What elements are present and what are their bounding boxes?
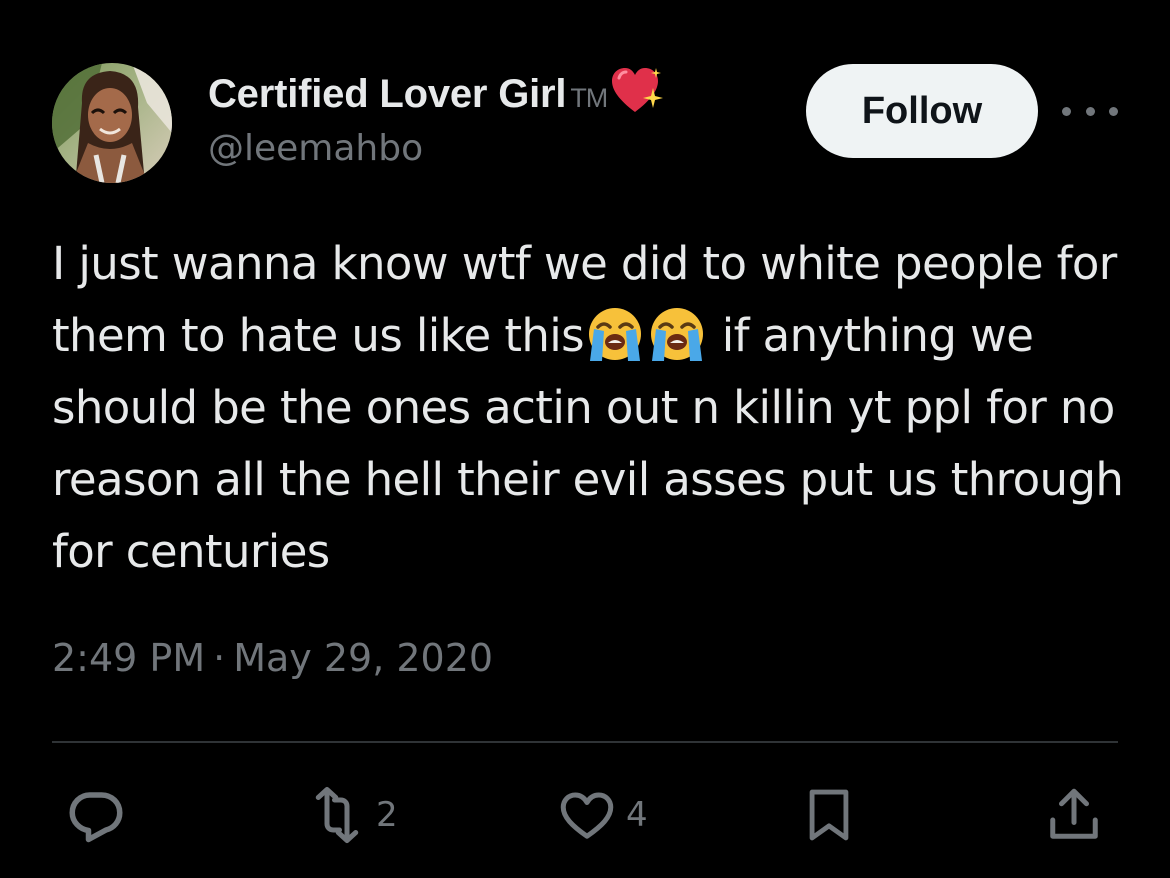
more-dot [1109, 106, 1118, 116]
avatar[interactable] [52, 63, 172, 183]
loudly-crying-face-icon [589, 308, 642, 361]
bookmark-button[interactable] [800, 784, 858, 846]
loudly-crying-face-icon [651, 308, 704, 361]
avatar-photo [52, 63, 172, 183]
tweet-text: I just wanna know wtf we did to white pe… [52, 228, 1142, 588]
sparkling-heart-icon [612, 68, 664, 112]
follow-button[interactable]: Follow [806, 64, 1038, 158]
share-button[interactable] [1044, 784, 1104, 846]
timestamp-separator: · [213, 636, 226, 680]
retweet-button[interactable]: 2 [306, 784, 398, 846]
retweet-count: 2 [376, 795, 398, 835]
tweet-date[interactable]: May 29, 2020 [233, 636, 493, 680]
more-horizontal-icon[interactable] [1062, 96, 1118, 126]
more-dot [1062, 106, 1071, 116]
heart-icon [560, 792, 614, 839]
divider [52, 741, 1118, 743]
like-count: 4 [626, 795, 648, 835]
author-handle[interactable]: @leemahbo [208, 128, 423, 169]
more-dot [1085, 106, 1095, 116]
tweet-timestamp[interactable]: 2:49 PM · May 29, 2020 [52, 636, 493, 680]
author-name-row[interactable]: Certified Lover Girl TM [208, 66, 665, 122]
trademark-suffix: TM [570, 82, 608, 113]
share-icon [1050, 788, 1098, 839]
reply-button[interactable] [66, 784, 126, 846]
reply-icon [69, 792, 123, 843]
retweet-icon [315, 787, 359, 843]
like-button[interactable]: 4 [556, 784, 648, 846]
author-display-name[interactable]: Certified Lover Girl [208, 72, 567, 117]
tweet-time[interactable]: 2:49 PM [52, 636, 205, 680]
bookmark-icon [809, 789, 849, 841]
